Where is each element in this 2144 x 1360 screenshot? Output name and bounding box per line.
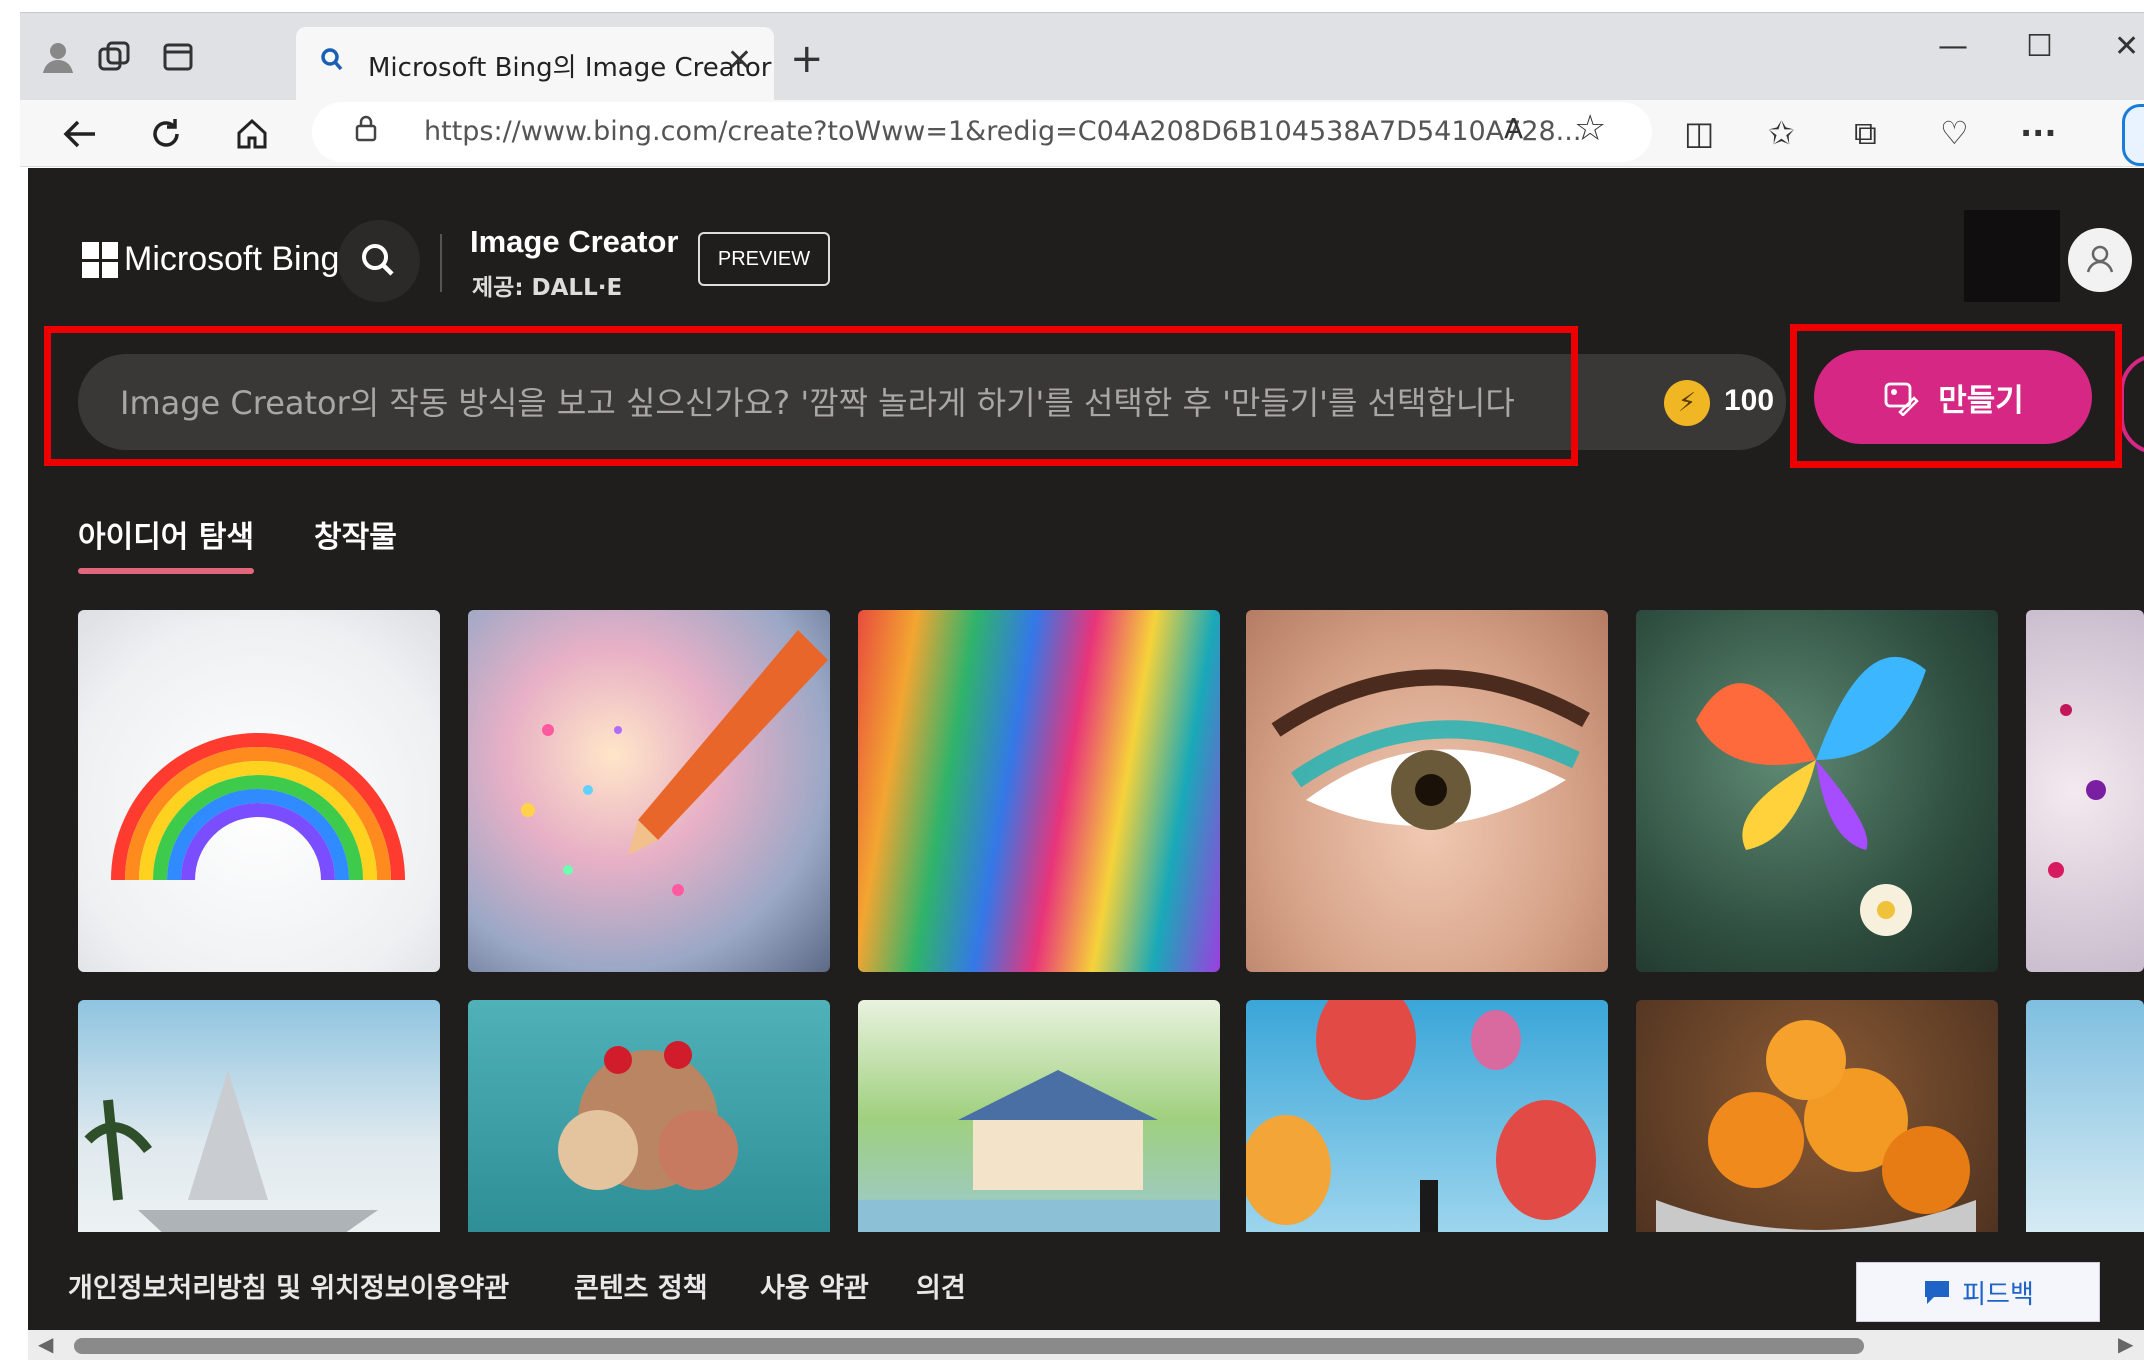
- account-avatar[interactable]: [2068, 228, 2132, 292]
- beach-image[interactable]: [2026, 1000, 2144, 1238]
- tab-creations[interactable]: 창작물: [314, 512, 397, 556]
- lock-icon[interactable]: [354, 114, 378, 142]
- eye-makeup-image[interactable]: [1246, 610, 1608, 972]
- highlight-create-box: [1790, 324, 2122, 468]
- back-icon[interactable]: [56, 110, 104, 158]
- page-footer: 개인정보처리방침 및 위치정보이용약관 콘텐츠 정책 사용 약관 의견 피드백: [28, 1232, 2144, 1332]
- profile-icon[interactable]: [34, 33, 82, 81]
- surprise-button-partial[interactable]: [2120, 354, 2144, 454]
- preview-badge: PREVIEW: [698, 232, 830, 286]
- butterfly-image[interactable]: [1636, 610, 1998, 972]
- image-creator-page: Microsoft Bing Image Creator 제공: DALL·E …: [28, 168, 2144, 1340]
- user-icon: [2086, 245, 2114, 273]
- highlight-prompt-box: [44, 326, 1578, 466]
- footer-link-content-policy[interactable]: 콘텐츠 정책: [574, 1266, 708, 1305]
- horizontal-scrollbar[interactable]: ◀ ▶: [28, 1330, 2144, 1360]
- footer-link-terms[interactable]: 사용 약관: [760, 1266, 869, 1305]
- browser-tab-active[interactable]: Microsoft Bing의 Image Creator ✕: [296, 27, 774, 101]
- address-bar[interactable]: https://www.bing.com/create?toWww=1&redi…: [312, 102, 1652, 162]
- tab-explore-ideas[interactable]: 아이디어 탐색: [78, 512, 254, 556]
- scroll-right-icon[interactable]: ▶: [2118, 1332, 2133, 1356]
- oranges-image[interactable]: [1636, 1000, 1998, 1238]
- product-title[interactable]: Image Creator: [470, 224, 678, 260]
- chat-icon: [1925, 1281, 1950, 1304]
- balloons-image[interactable]: [1246, 1000, 1608, 1238]
- url-text[interactable]: https://www.bing.com/create?toWww=1&redi…: [424, 116, 1581, 147]
- active-tab-underline: [78, 568, 254, 574]
- feedback-label: 피드백: [1962, 1279, 2034, 1310]
- favorites-icon[interactable]: ✩: [1768, 114, 1795, 152]
- maximize-button[interactable]: ☐: [2026, 29, 2053, 64]
- paper-boat-image[interactable]: [78, 1000, 440, 1238]
- lake-house-image[interactable]: [858, 1000, 1220, 1238]
- scrollbar-thumb[interactable]: [74, 1338, 1864, 1354]
- search-button[interactable]: [338, 220, 420, 302]
- new-tab-button[interactable]: +: [790, 39, 824, 79]
- workspaces-icon[interactable]: [90, 33, 138, 81]
- favorite-star-icon[interactable]: ☆: [1574, 108, 1606, 149]
- browser-essentials-icon[interactable]: ♡: [1940, 114, 1969, 152]
- footer-link-privacy[interactable]: 개인정보처리방침 및 위치정보이용약관: [68, 1266, 509, 1305]
- browser-toolbar: https://www.bing.com/create?toWww=1&redi…: [20, 100, 2144, 167]
- refresh-icon[interactable]: [142, 110, 190, 158]
- search-icon: [320, 47, 344, 80]
- glitter-pencil-image[interactable]: [468, 610, 830, 972]
- close-window-button[interactable]: ✕: [2114, 29, 2139, 64]
- boost-count: 100: [1724, 384, 1775, 417]
- tab-bar: Microsoft Bing의 Image Creator ✕ + — ☐ ✕: [20, 12, 2144, 101]
- browser-window: Microsoft Bing의 Image Creator ✕ + — ☐ ✕ …: [0, 0, 2144, 1360]
- boost-icon[interactable]: ⚡: [1664, 380, 1710, 426]
- tab-title: Microsoft Bing의 Image Creator: [368, 53, 772, 83]
- feedback-button[interactable]: 피드백: [1856, 1262, 2100, 1322]
- search-icon: [362, 244, 394, 276]
- footer-link-feedback[interactable]: 의견: [916, 1266, 966, 1305]
- header-blank-area: [1964, 210, 2060, 302]
- tab-actions-icon[interactable]: [154, 33, 202, 81]
- scroll-left-icon[interactable]: ◀: [38, 1332, 53, 1356]
- copilot-icon[interactable]: [2122, 104, 2144, 166]
- rainbow-image[interactable]: [78, 610, 440, 972]
- ribbons-image[interactable]: [858, 610, 1220, 972]
- header-divider: [440, 234, 442, 292]
- brand-name[interactable]: Microsoft Bing: [124, 240, 339, 279]
- home-icon[interactable]: [228, 110, 276, 158]
- microsoft-logo-icon[interactable]: [82, 242, 118, 278]
- minimize-button[interactable]: —: [1938, 29, 1968, 64]
- paint-splash-image[interactable]: [2026, 610, 2144, 972]
- read-aloud-icon[interactable]: A: [1504, 112, 1523, 145]
- ice-cream-image[interactable]: [468, 1000, 830, 1238]
- split-screen-icon[interactable]: ◫: [1684, 114, 1714, 152]
- collections-icon[interactable]: ⧉: [1854, 114, 1877, 153]
- close-tab-icon[interactable]: ✕: [727, 43, 752, 78]
- product-subtitle: 제공: DALL·E: [472, 275, 623, 301]
- more-menu-icon[interactable]: ···: [2020, 114, 2056, 152]
